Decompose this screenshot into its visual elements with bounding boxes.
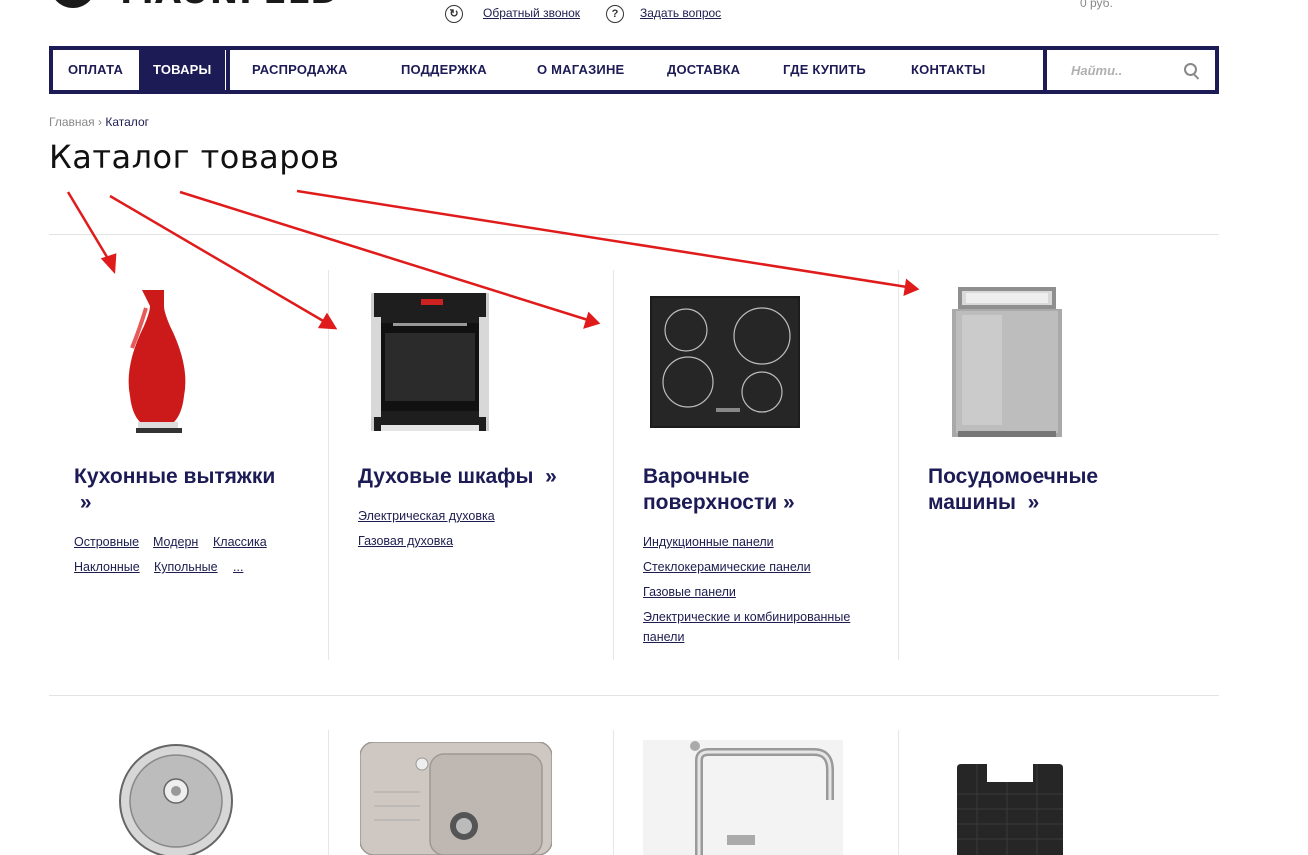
cart-total[interactable]: 0 руб. xyxy=(1080,0,1113,10)
search-input[interactable] xyxy=(1069,50,1183,90)
category-title-text[interactable]: поверхности xyxy=(643,491,777,514)
divider xyxy=(49,695,1219,696)
category-title-text[interactable]: Посудомоечные xyxy=(928,465,1098,488)
category-title-cooktops[interactable]: Варочные поверхности » xyxy=(643,464,893,516)
carbon-filter-image[interactable] xyxy=(957,764,1063,855)
round-sink-image[interactable] xyxy=(118,743,234,855)
annotation-arrowhead xyxy=(583,311,601,329)
column-divider xyxy=(613,730,614,855)
nav-item-delivery[interactable]: ДОСТАВКА xyxy=(667,50,740,90)
category-link[interactable]: Островные xyxy=(74,532,139,552)
annotation-arrow xyxy=(66,191,112,263)
category-title-text[interactable]: Кухонные вытяжки xyxy=(74,465,275,488)
refresh-icon[interactable]: ↻ xyxy=(445,5,463,23)
category-link[interactable]: Наклонные xyxy=(74,557,140,577)
chevron-right-icon[interactable]: » xyxy=(539,465,557,488)
category-link[interactable]: панели xyxy=(643,627,684,647)
category-link[interactable]: Электрическая духовка xyxy=(358,506,495,526)
callback-link[interactable]: Обратный звонок xyxy=(483,6,580,20)
granite-sink-image[interactable] xyxy=(360,742,552,855)
chevron-right-icon[interactable]: » xyxy=(783,491,795,514)
nav-divider xyxy=(1043,50,1047,90)
nav-item-sale[interactable]: РАСПРОДАЖА xyxy=(252,50,348,90)
column-divider xyxy=(328,270,329,660)
logo-text: MAUNFELD xyxy=(120,0,340,12)
category-link[interactable]: Газовая духовка xyxy=(358,531,453,551)
column-divider xyxy=(898,730,899,855)
breadcrumb-current: Каталог xyxy=(105,115,149,129)
annotation-arrowhead xyxy=(903,278,920,297)
nav-item-payment[interactable]: ОПЛАТА xyxy=(68,50,123,90)
annotation-arrow xyxy=(296,189,908,289)
nav-item-about[interactable]: О МАГАЗИНЕ xyxy=(537,50,624,90)
column-divider xyxy=(898,270,899,660)
page-title: Каталог товаров xyxy=(49,138,340,176)
search-box xyxy=(1051,50,1215,90)
divider xyxy=(49,234,1219,235)
breadcrumb-home[interactable]: Главная xyxy=(49,115,95,129)
main-nav: ОПЛАТА ТОВАРЫ РАСПРОДАЖА ПОДДЕРЖКА О МАГ… xyxy=(49,46,1219,94)
logo-mark xyxy=(50,0,96,8)
category-link[interactable]: Модерн xyxy=(153,532,198,552)
chevron-right-icon[interactable]: » xyxy=(74,491,92,514)
category-title-text[interactable]: Варочные xyxy=(643,465,749,488)
site-logo[interactable]: MAUNFELD xyxy=(50,0,370,12)
column-divider xyxy=(328,730,329,855)
range-hood-image[interactable] xyxy=(122,288,192,436)
more-link[interactable]: ... xyxy=(233,557,243,577)
category-title-hoods[interactable]: Кухонные вытяжки » xyxy=(74,464,324,516)
search-icon[interactable] xyxy=(1184,63,1197,76)
dishwasher-image[interactable] xyxy=(952,287,1062,437)
nav-item-contacts[interactable]: КОНТАКТЫ xyxy=(911,50,985,90)
category-link[interactable]: Стеклокерамические панели xyxy=(643,557,811,577)
category-title-text[interactable]: Духовые шкафы xyxy=(358,465,534,488)
cooktop-image[interactable] xyxy=(650,296,800,428)
category-link[interactable]: Классика xyxy=(213,532,267,552)
category-link[interactable]: Купольные xyxy=(154,557,218,577)
category-link[interactable]: Газовые панели xyxy=(643,582,736,602)
faucet-image[interactable] xyxy=(643,740,843,855)
category-title-text[interactable]: машины xyxy=(928,491,1016,514)
question-icon[interactable]: ? xyxy=(606,5,624,23)
category-title-dishwashers[interactable]: Посудомоечные машины » xyxy=(928,464,1188,516)
oven-image[interactable] xyxy=(371,293,489,431)
category-title-ovens[interactable]: Духовые шкафы » xyxy=(358,464,608,490)
breadcrumb: Главная › Каталог xyxy=(49,115,149,129)
category-link[interactable]: Электрические и комбинированные xyxy=(643,607,850,627)
nav-item-where-to-buy[interactable]: ГДЕ КУПИТЬ xyxy=(783,50,866,90)
nav-divider xyxy=(226,50,230,90)
column-divider xyxy=(613,270,614,660)
nav-item-products[interactable]: ТОВАРЫ xyxy=(139,50,226,90)
category-link[interactable]: Индукционные панели xyxy=(643,532,774,552)
nav-item-support[interactable]: ПОДДЕРЖКА xyxy=(401,50,487,90)
chevron-right-icon[interactable]: » xyxy=(1022,491,1040,514)
annotation-arrowhead xyxy=(100,253,117,275)
ask-question-link[interactable]: Задать вопрос xyxy=(640,6,721,20)
